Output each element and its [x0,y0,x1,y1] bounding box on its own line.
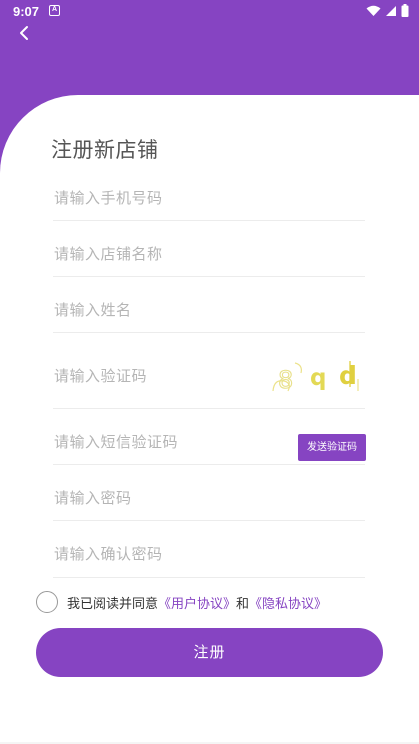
chevron-left-icon [20,26,28,40]
agreement-checkbox[interactable] [36,591,58,613]
confirm-password-placeholder: 请输入确认密码 [54,545,163,563]
password-placeholder: 请输入密码 [54,489,132,507]
svg-text:q: q [310,365,326,391]
agreement-text: 我已阅读并同意《用户协议》和《隐私协议》 [67,593,327,612]
name-placeholder: 请输入姓名 [54,301,132,319]
phone-field[interactable]: 请输入手机号码 [53,173,365,221]
send-code-button[interactable]: 发送验证码 [298,434,366,461]
a-icon: A [49,5,60,16]
privacy-agreement-link[interactable]: 《隐私协议》 [249,597,327,612]
signal-icon [386,5,396,16]
svg-text:d: d [339,361,357,390]
register-button[interactable]: 注册 [36,628,383,677]
agreement-and: 和 [236,596,250,612]
battery-icon [401,4,409,17]
page-title: 注册新店铺 [51,138,159,162]
shop-name-field[interactable]: 请输入店铺名称 [53,229,365,277]
confirm-password-field[interactable]: 请输入确认密码 [53,529,365,578]
name-field[interactable]: 请输入姓名 [53,285,365,333]
shop-name-placeholder: 请输入店铺名称 [54,245,163,263]
captcha-placeholder: 请输入验证码 [54,367,148,385]
status-icons [366,4,409,17]
status-bar: 9:07 A [0,0,419,22]
password-field[interactable]: 请输入密码 [53,473,365,521]
phone-placeholder: 请输入手机号码 [54,189,163,207]
wifi-icon [366,5,381,16]
back-button[interactable] [14,23,34,43]
agreement-row: 我已阅读并同意《用户协议》和《隐私协议》 [36,591,327,613]
agreement-prefix: 我已阅读并同意 [67,596,159,612]
sms-code-placeholder: 请输入短信验证码 [54,433,179,451]
svg-text:8: 8 [278,366,293,393]
captcha-image[interactable]: 8 q d [270,357,362,395]
user-agreement-link[interactable]: 《用户协议》 [158,597,236,612]
status-time: 9:07 [13,4,40,19]
